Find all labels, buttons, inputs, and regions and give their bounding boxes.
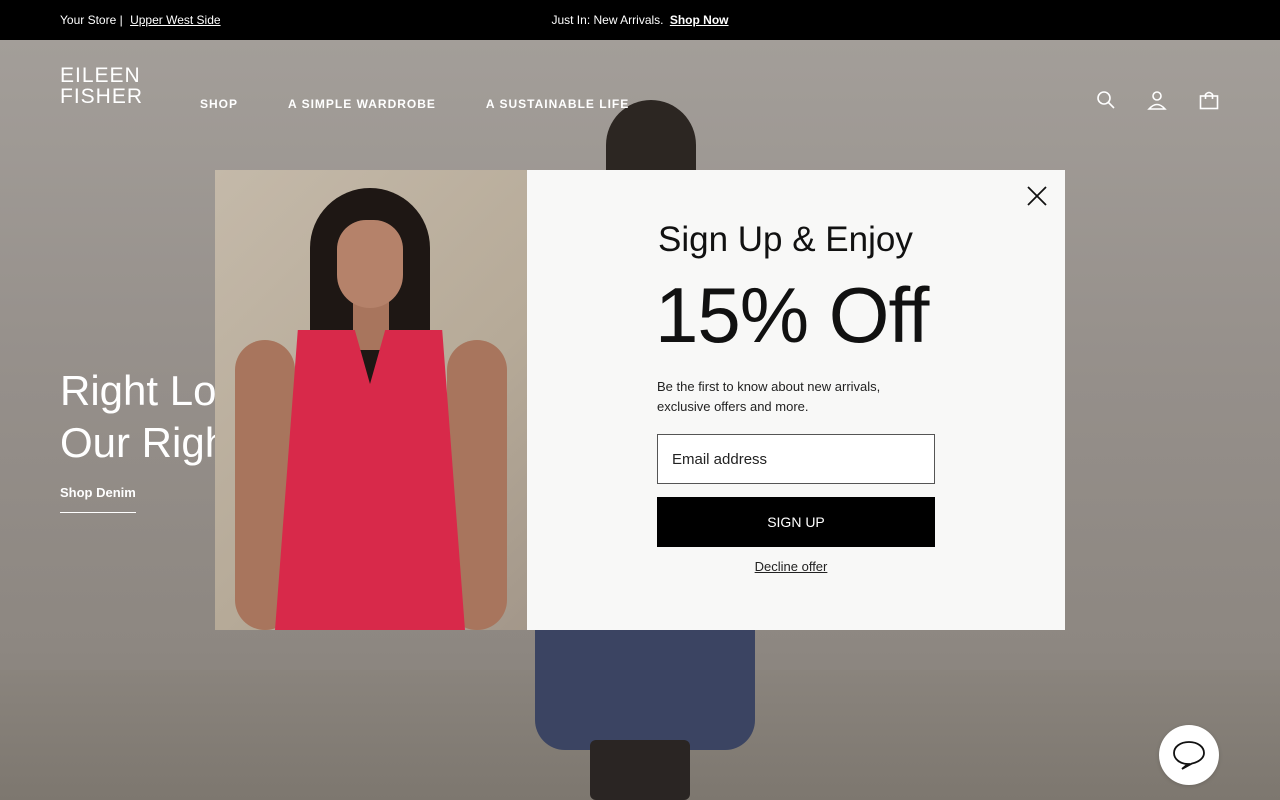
modal-heading: Sign Up & Enjoy — [658, 220, 913, 259]
main-nav: SHOP A SIMPLE WARDROBE A SUSTAINABLE LIF… — [200, 97, 629, 111]
promo-text: Just In: New Arrivals. — [551, 13, 664, 27]
modal-offer: 15% Off — [655, 271, 929, 359]
logo-line-2: FISHER — [60, 85, 144, 108]
close-icon[interactable] — [1025, 184, 1049, 208]
modal-description: Be the first to know about new arrivals,… — [657, 379, 881, 414]
decline-offer-link[interactable]: Decline offer — [657, 559, 925, 574]
signup-button[interactable]: SIGN UP — [657, 497, 935, 547]
hero-title: Right Lo Our Righ — [60, 365, 228, 469]
announcement-bar: Your Store | Upper West Side Just In: Ne… — [0, 0, 1280, 40]
search-icon[interactable] — [1096, 90, 1116, 110]
bag-icon[interactable] — [1199, 90, 1219, 110]
nav-sustainable-life[interactable]: A SUSTAINABLE LIFE — [486, 97, 629, 111]
site-header: EILEEN FISHER SHOP A SIMPLE WARDROBE A S… — [0, 40, 1280, 160]
modal-content: Sign Up & Enjoy 15% Off Be the first to … — [527, 170, 1065, 630]
modal-image — [215, 170, 527, 630]
signup-modal: Sign Up & Enjoy 15% Off Be the first to … — [215, 170, 1065, 630]
nav-shop[interactable]: SHOP — [200, 97, 238, 111]
shop-now-link[interactable]: Shop Now — [670, 13, 729, 27]
hero-title-line-1: Right Lo — [60, 367, 217, 414]
promo-message: Just In: New Arrivals. Shop Now — [0, 13, 1280, 27]
hero-model-legs — [590, 740, 690, 800]
brand-logo[interactable]: EILEEN FISHER — [60, 65, 143, 107]
nav-simple-wardrobe[interactable]: A SIMPLE WARDROBE — [288, 97, 436, 111]
hero-title-line-2: Our Righ — [60, 419, 229, 466]
email-field[interactable] — [657, 434, 935, 484]
chat-button[interactable] — [1159, 725, 1219, 785]
modal-model-face — [337, 220, 403, 308]
account-icon[interactable] — [1147, 90, 1167, 110]
logo-line-1: EILEEN — [60, 64, 141, 87]
chat-bubble-icon — [1173, 741, 1205, 770]
shop-denim-link[interactable]: Shop Denim — [60, 485, 136, 513]
